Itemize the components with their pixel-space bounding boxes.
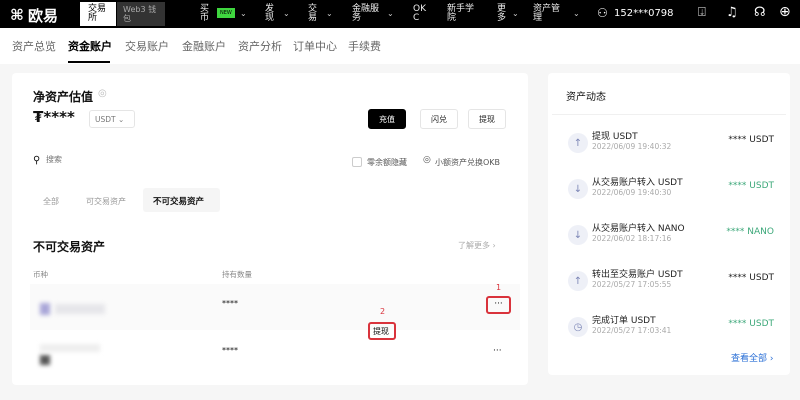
menu-trade[interactable]: 交易 (308, 5, 322, 23)
bell-icon[interactable]: ♫ (726, 5, 738, 20)
convert-small-assets-link[interactable]: 小额资产兑换OKB (435, 157, 500, 168)
filter-tradable[interactable]: 可交易资产 (86, 196, 126, 207)
coin-logo-blurred (40, 355, 50, 365)
download-icon[interactable]: ⍗ (698, 5, 706, 20)
column-currency: 币种 (33, 270, 48, 279)
net-asset-title: 净资产估值 (33, 90, 94, 104)
chevron-down-icon: ⌄ (240, 9, 247, 18)
chevron-down-icon: ⌄ (326, 9, 333, 18)
logo-icon[interactable]: ⌘ (10, 6, 24, 24)
chevron-down-icon: ⌄ (387, 9, 394, 18)
more-actions-button[interactable]: ··· (493, 346, 502, 356)
currency-select[interactable]: USDT ⌄ (89, 110, 135, 128)
new-badge: NEW (217, 8, 235, 18)
subnav-trading[interactable]: 交易账户 (125, 38, 169, 54)
filter-non-tradable[interactable]: 不可交易资产 (143, 188, 220, 212)
coin-name-blurred (40, 344, 100, 352)
menu-okc[interactable]: OKC (413, 5, 429, 23)
section-title: 不可交易资产 (33, 240, 106, 254)
search-input[interactable] (46, 155, 196, 164)
hide-zero-checkbox[interactable] (352, 157, 362, 167)
user-phone[interactable]: 152***0798 (614, 8, 674, 19)
annotation-1: 1 (496, 283, 502, 292)
tab-exchange[interactable]: 交易所 (80, 2, 116, 26)
sub-navbar: 资产总览 资金账户 交易账户 金融账户 资产分析 订单中心 手续费 (0, 28, 800, 64)
learn-more-link[interactable]: 了解更多 › (458, 240, 496, 251)
hide-zero-label: 零余额隐藏 (367, 158, 407, 167)
active-tab-underline (68, 61, 110, 63)
activity-item[interactable]: ↑ 提现 USDT 2022/06/09 19:40:32 **** USDT (556, 127, 782, 171)
user-icon[interactable]: ⚇ (597, 6, 608, 20)
deposit-button[interactable]: 充值 (368, 109, 406, 129)
activity-item[interactable]: ◷ 完成订单 USDT 2022/05/27 17:03:41 **** USDT (556, 311, 782, 355)
subnav-earn[interactable]: 金融账户 (182, 38, 226, 54)
menu-discover[interactable]: 发现 (265, 5, 279, 23)
coin-name-blurred (55, 304, 105, 314)
eye-hide-icon[interactable]: ◎ (98, 88, 107, 99)
subnav-fees[interactable]: 手续费 (348, 38, 381, 54)
row-amount: **** (222, 299, 238, 308)
filter-all[interactable]: 全部 (43, 196, 59, 207)
row-amount: **** (222, 346, 238, 355)
column-amount: 持有数量 (222, 270, 252, 279)
tab-web3-wallet[interactable]: Web3 钱包 (117, 2, 165, 26)
menu-finance[interactable]: 金融服务 (352, 5, 382, 23)
top-navbar: ⌘ 欧易 交易所 Web3 钱包 买币 NEW ⌄ 发现 ⌄ 交易 ⌄ 金融服务… (0, 0, 800, 28)
menu-academy[interactable]: 新手学院 (447, 5, 477, 23)
arrow-down-icon: ↓ (568, 225, 588, 245)
order-complete-icon: ◷ (568, 317, 588, 337)
subnav-analysis[interactable]: 资产分析 (238, 38, 282, 54)
convert-small-icon: ◎ (423, 155, 431, 165)
withdraw-menu-item[interactable]: 提现 (368, 322, 396, 340)
activity-item[interactable]: ↓ 从交易账户转入 USDT 2022/06/09 19:40:30 **** USD… (556, 173, 782, 217)
headset-icon[interactable]: ☊ (754, 5, 766, 20)
divider (552, 114, 786, 115)
activity-item[interactable]: ↑ 转出至交易账户 USDT 2022/05/27 17:05:55 **** USD… (556, 265, 782, 309)
chevron-down-icon: ⌄ (512, 9, 519, 18)
search-icon: ⚲ (33, 155, 41, 166)
net-asset-value: ₮**** (33, 108, 75, 126)
menu-asset-management[interactable]: 资产管理 (533, 5, 563, 23)
chevron-down-icon: ⌄ (573, 9, 580, 18)
chevron-down-icon: ⌄ (283, 9, 290, 18)
logo-text[interactable]: 欧易 (28, 5, 58, 26)
globe-icon[interactable]: ⊕ (779, 4, 791, 20)
subnav-overview[interactable]: 资产总览 (12, 38, 56, 54)
subnav-orders[interactable]: 订单中心 (293, 38, 337, 54)
arrow-up-icon: ↑ (568, 271, 588, 291)
annotation-2: 2 (380, 307, 386, 316)
activity-item[interactable]: ↓ 从交易账户转入 NANO 2022/06/02 18:17:16 **** NAN… (556, 219, 782, 263)
coin-logo-blurred (40, 303, 50, 315)
withdraw-button[interactable]: 提现 (468, 109, 506, 129)
subnav-funding[interactable]: 资金账户 (68, 38, 112, 54)
arrow-up-icon: ↑ (568, 133, 588, 153)
view-all-link[interactable]: 查看全部 › (731, 351, 773, 364)
convert-button[interactable]: 闪兑 (420, 109, 458, 129)
menu-more[interactable]: 更多 (497, 5, 511, 23)
menu-buy[interactable]: 买币 (200, 5, 214, 23)
activity-title: 资产动态 (566, 92, 606, 103)
more-actions-button[interactable]: ··· (486, 296, 511, 314)
arrow-down-icon: ↓ (568, 179, 588, 199)
